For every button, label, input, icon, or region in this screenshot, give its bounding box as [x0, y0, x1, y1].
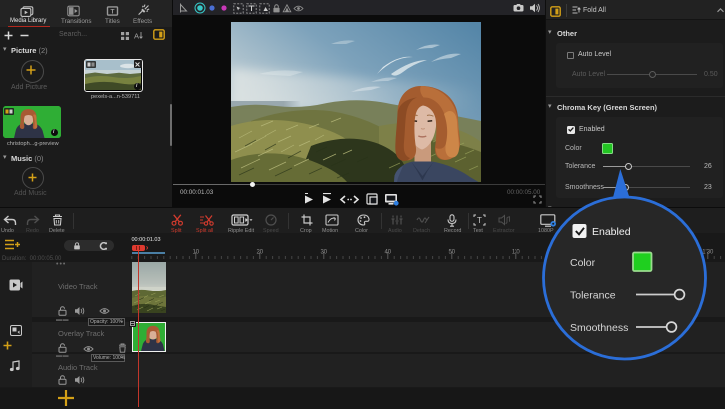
- svg-text:1'0: 1'0: [512, 250, 520, 256]
- svg-text:Tolerance: Tolerance: [570, 290, 616, 302]
- svg-text:Color: Color: [570, 257, 596, 269]
- svg-text:Enabled: Enabled: [592, 226, 631, 238]
- svg-text:10: 10: [192, 250, 199, 256]
- svg-text:30: 30: [320, 250, 327, 256]
- svg-text:20: 20: [256, 250, 263, 256]
- svg-text:40: 40: [384, 250, 391, 256]
- svg-text:50: 50: [448, 250, 455, 256]
- svg-text:Smoothness: Smoothness: [570, 322, 628, 334]
- svg-text:A: A: [134, 32, 139, 41]
- svg-text:T: T: [477, 216, 482, 225]
- svg-text:T: T: [111, 8, 115, 15]
